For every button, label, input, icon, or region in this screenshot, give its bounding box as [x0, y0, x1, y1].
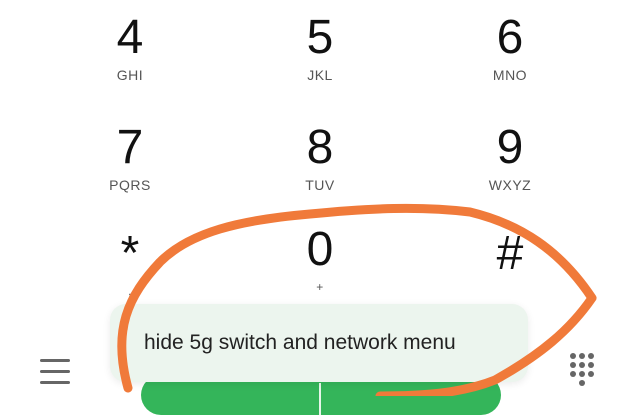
key-8[interactable]: 8 TUV — [240, 120, 400, 220]
key-digit: 9 — [496, 121, 524, 174]
key-digit: # — [496, 227, 524, 280]
key-letters: JKL — [307, 67, 333, 83]
key-6[interactable]: 6 MNO — [430, 10, 590, 110]
key-digit: 7 — [116, 121, 144, 174]
key-letters: , — [128, 284, 132, 298]
call-button-divider — [319, 383, 321, 415]
key-9[interactable]: 9 WXYZ — [430, 120, 590, 220]
key-digit: 6 — [496, 11, 524, 64]
key-letters: PQRS — [109, 177, 151, 193]
key-letters: + — [316, 280, 324, 294]
key-letters: WXYZ — [488, 177, 532, 193]
key-digit: 0 — [306, 223, 334, 276]
hint-tooltip: hide 5g switch and network menu — [110, 304, 528, 382]
key-5[interactable]: 5 JKL — [240, 10, 400, 110]
key-letters: TUV — [305, 177, 335, 193]
tooltip-text: hide 5g switch and network menu — [144, 331, 456, 354]
key-letters: MNO — [492, 67, 528, 83]
key-digit: * — [120, 227, 140, 280]
key-letters: GHI — [116, 67, 144, 83]
key-4[interactable]: 4 GHI — [50, 10, 210, 110]
key-digit: 5 — [306, 11, 334, 64]
key-digit: 8 — [306, 121, 334, 174]
menu-icon[interactable] — [40, 357, 72, 387]
key-digit: 4 — [116, 11, 144, 64]
dialpad-icon[interactable] — [570, 353, 604, 389]
key-7[interactable]: 7 PQRS — [50, 120, 210, 220]
